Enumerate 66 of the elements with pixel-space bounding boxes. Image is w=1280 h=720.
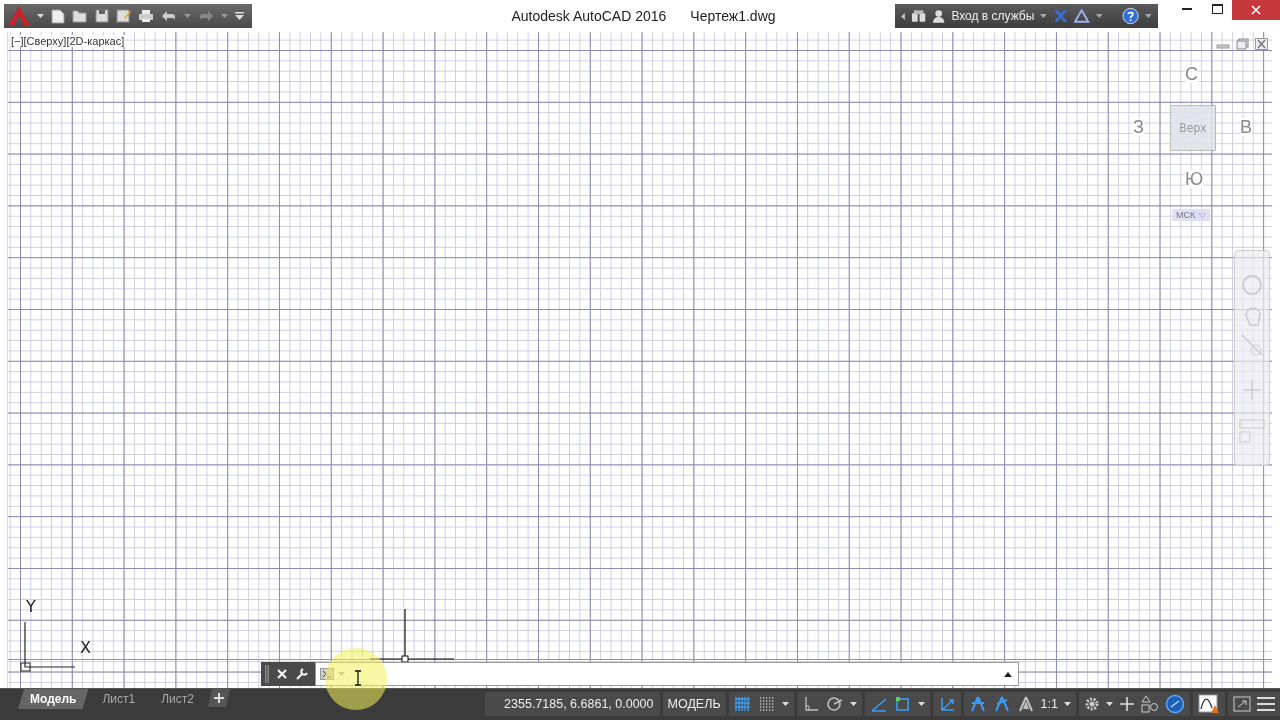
grid-toggle-icon[interactable] <box>733 695 752 713</box>
viewport-controls[interactable]: [−][Сверху][2D-каркас] <box>10 35 126 47</box>
binoculars-icon[interactable] <box>910 9 927 23</box>
fullscreen-icon[interactable] <box>1233 696 1251 712</box>
grip-handle-icon[interactable] <box>265 665 269 683</box>
caret-icon[interactable] <box>849 702 857 706</box>
scroll-left-icon[interactable] <box>901 12 905 20</box>
crosshair-cursor-icon <box>370 609 454 663</box>
compass-label: Ю <box>1185 170 1204 188</box>
user-icon[interactable] <box>932 9 946 23</box>
caret-icon[interactable] <box>781 702 789 706</box>
polar-toggle-icon[interactable] <box>825 695 844 713</box>
close-icon <box>1251 5 1261 15</box>
caret-icon[interactable] <box>1064 702 1071 706</box>
caret-icon[interactable] <box>1040 14 1048 18</box>
triangle-network-icon[interactable] <box>1074 9 1090 23</box>
minimize-icon <box>1182 8 1192 10</box>
ucs-dropdown[interactable]: МСК <box>1172 209 1211 221</box>
viewport-close-button[interactable] <box>1255 38 1268 50</box>
annovis-toggle-icon[interactable] <box>968 695 987 713</box>
compass-label: З <box>1133 118 1144 136</box>
compass-label: С <box>1185 65 1198 83</box>
command-input-field[interactable] <box>315 662 1019 686</box>
caret-icon[interactable] <box>1095 14 1103 18</box>
caret-icon[interactable] <box>37 14 44 18</box>
file-name: Чертеж1.dwg <box>690 8 776 24</box>
compass-label: В <box>1240 118 1252 136</box>
help-icon[interactable] <box>1122 7 1140 25</box>
tracking-toggle-icon[interactable] <box>869 695 888 713</box>
text-cursor-icon <box>354 670 362 686</box>
add-layout-button[interactable] <box>207 689 230 707</box>
caret-icon[interactable] <box>1106 702 1113 706</box>
close-icon[interactable] <box>277 669 287 679</box>
new-file-icon[interactable] <box>51 8 65 24</box>
history-caret-icon[interactable] <box>1004 671 1012 677</box>
osnap-toggle-icon[interactable] <box>893 695 912 713</box>
save-icon[interactable] <box>95 9 109 23</box>
layout-tab[interactable]: Модель <box>18 689 89 709</box>
maximize-icon <box>1211 4 1223 14</box>
undo-icon[interactable] <box>161 10 177 22</box>
caret-icon[interactable] <box>917 702 925 706</box>
plus-icon[interactable] <box>1119 696 1135 712</box>
wrench-icon[interactable] <box>295 667 309 681</box>
isolate-objects-icon[interactable] <box>1141 695 1159 713</box>
caret-icon <box>1199 212 1207 218</box>
sign-in-link[interactable]: Вход в службы <box>951 9 1035 23</box>
axis-label: Y <box>26 597 36 616</box>
hardware-acceleration-icon[interactable] <box>1165 694 1185 714</box>
customize-menu-icon[interactable] <box>235 12 244 20</box>
open-folder-icon[interactable] <box>72 9 88 23</box>
autoscale-toggle-icon[interactable] <box>992 695 1011 713</box>
annotation-scale-button[interactable]: 1:1 <box>1040 697 1058 711</box>
coordinates-readout: 2355.7185, 6.6861, 0.0000 <box>504 697 654 711</box>
clean-screen-icon[interactable] <box>1198 694 1220 714</box>
snap-toggle-icon[interactable] <box>757 695 776 713</box>
save-as-icon[interactable] <box>116 9 131 23</box>
axis-label: X <box>80 638 91 657</box>
menu-icon[interactable] <box>1257 697 1275 711</box>
settings-icon[interactable] <box>1084 696 1100 712</box>
caret-icon[interactable] <box>1145 14 1152 18</box>
command-prompt-icon[interactable] <box>320 668 334 680</box>
annoscale-toggle-icon[interactable] <box>1016 695 1035 713</box>
app-title: Autodesk AutoCAD 2016 <box>511 8 667 24</box>
viewport-restore-button[interactable] <box>1236 38 1249 50</box>
plus-icon <box>213 693 224 703</box>
printer-icon[interactable] <box>138 9 154 23</box>
